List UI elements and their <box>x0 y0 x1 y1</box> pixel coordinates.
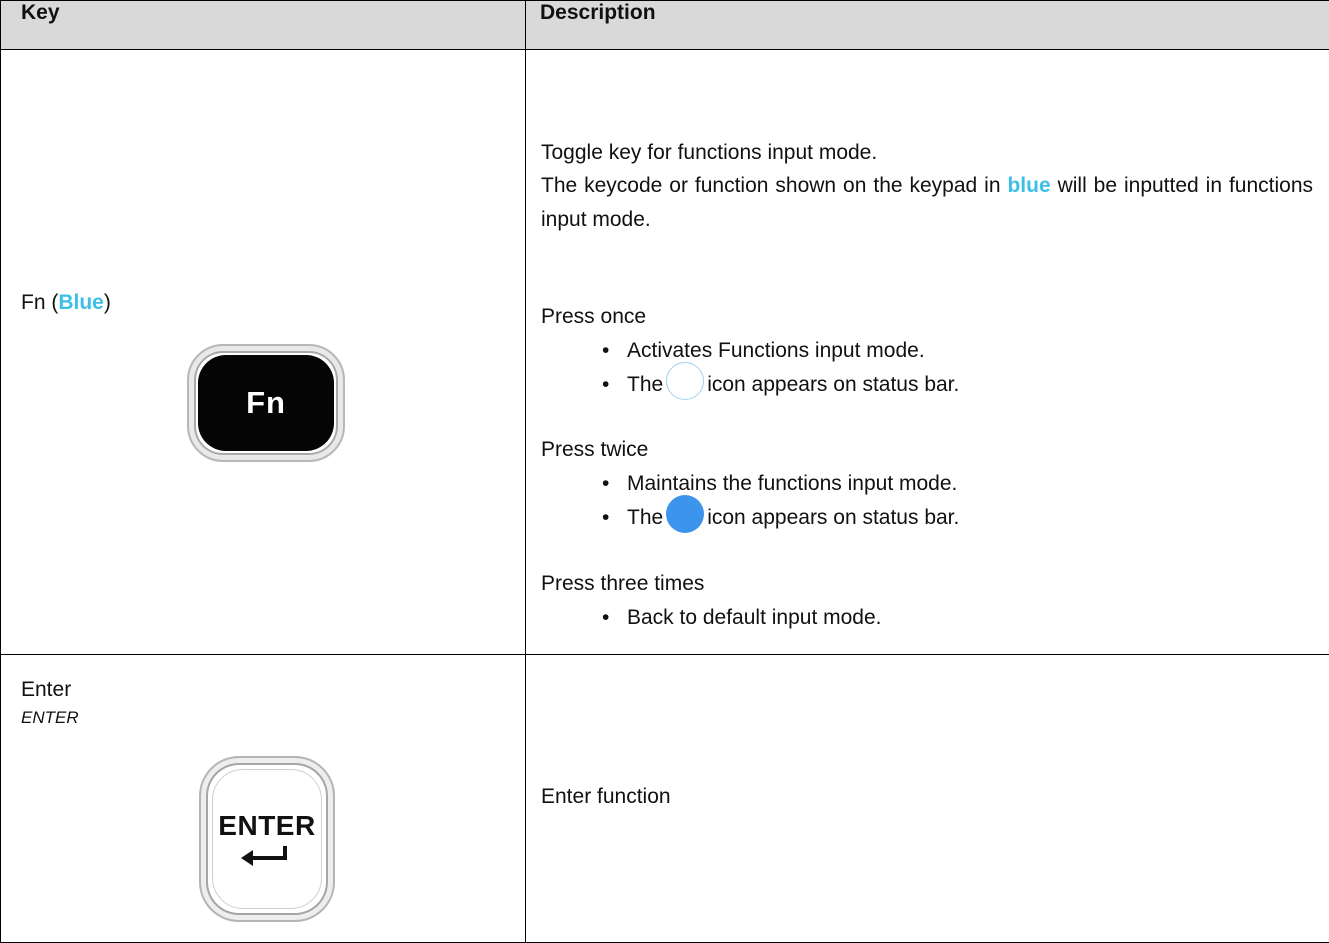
header-description: Description <box>525 0 1329 50</box>
fn-desc-line2: The keycode or function shown on the key… <box>541 174 1313 231</box>
enter-key-subname: ENTER <box>21 708 79 727</box>
table-row-fn: Fn (Blue) Fn Toggle key for functions in… <box>0 49 1329 655</box>
fn-filled-status-icon <box>666 495 705 534</box>
return-arrow-icon <box>241 846 287 866</box>
enter-key-cell: Enter ENTER ENTER <box>0 654 526 943</box>
fn-outline-status-icon <box>666 362 705 401</box>
table-row-enter: Enter ENTER ENTER Enter function <box>0 654 1329 943</box>
fn-blue-word: Blue <box>58 291 104 314</box>
enter-description: Enter function <box>541 785 671 808</box>
table-header-row: Key Description <box>0 0 1329 50</box>
header-key: Key <box>0 0 526 50</box>
press-once-heading: Press once <box>541 305 647 328</box>
press-twice-heading: Press twice <box>541 438 649 461</box>
enter-description-cell: Enter function <box>525 654 1329 943</box>
enter-keycap-label: ENTER <box>218 810 316 841</box>
fn-key-name: Fn (Blue) <box>21 291 111 314</box>
fn-desc-blue-word: blue <box>1007 174 1051 197</box>
enter-key-name: Enter <box>21 678 72 701</box>
fn-desc-line1: Toggle key for functions input mode. <box>541 141 878 164</box>
fn-keycap-label: Fn <box>198 355 334 451</box>
fn-description-cell: Toggle key for functions input mode. The… <box>525 49 1329 655</box>
press-three-heading: Press three times <box>541 572 705 595</box>
enter-keycap-image: ENTER <box>199 756 335 922</box>
key-table: Key Description Fn (Blue) Fn Toggle key … <box>0 0 1329 943</box>
fn-keycap-image: Fn <box>187 344 345 462</box>
fn-key-cell: Fn (Blue) Fn <box>0 49 526 655</box>
